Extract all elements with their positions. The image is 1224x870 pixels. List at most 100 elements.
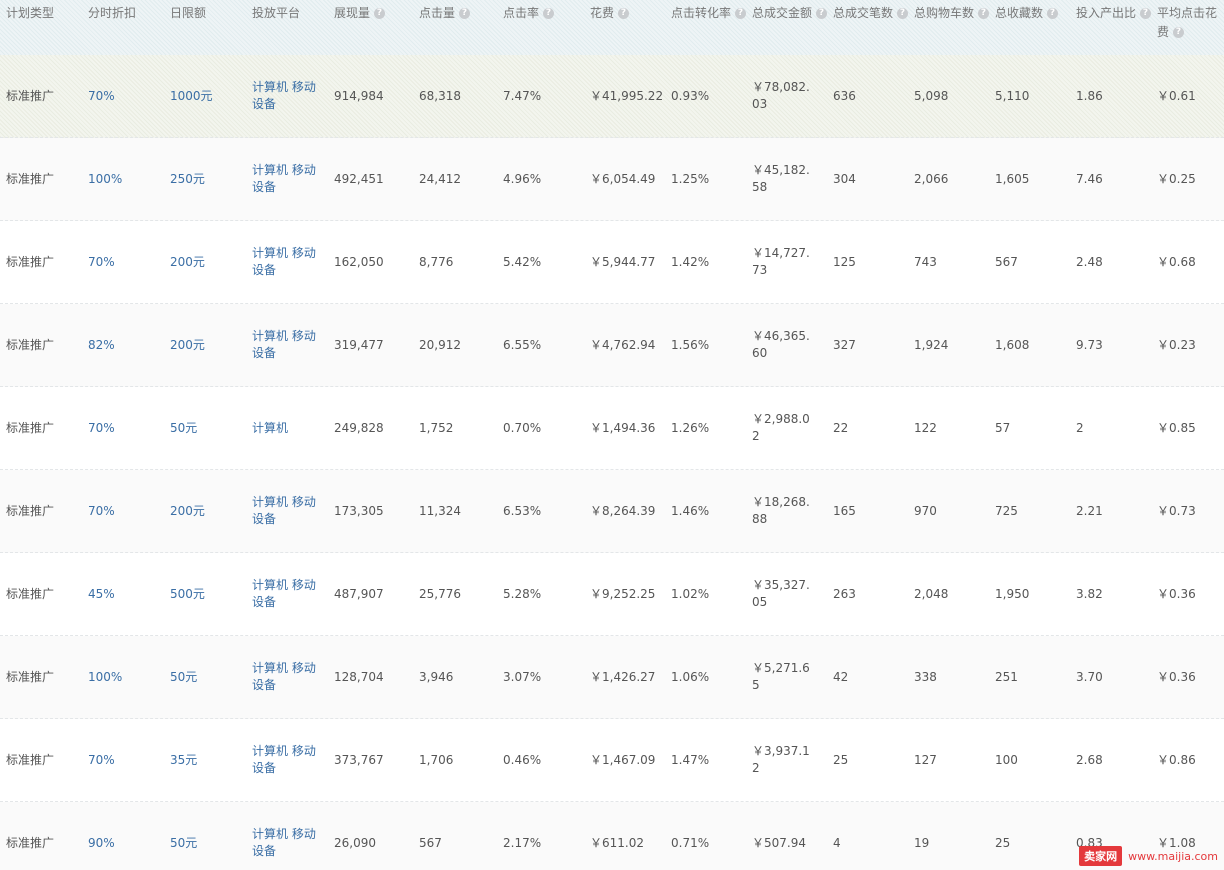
- column-header-total-carts[interactable]: 总购物车数?: [914, 4, 990, 23]
- cell-platform-value[interactable]: 计算机 移动设备: [252, 79, 320, 113]
- cell-time-discount[interactable]: 70%: [88, 221, 166, 303]
- cell-daily-limit[interactable]: 50元: [170, 387, 248, 469]
- cell-clicks: 20,912: [419, 304, 499, 386]
- cell-daily-limit-value[interactable]: 50元: [170, 669, 197, 686]
- column-header-conversion-rate[interactable]: 点击转化率?: [671, 4, 749, 23]
- cell-daily-limit[interactable]: 250元: [170, 138, 248, 220]
- cell-daily-limit[interactable]: 500元: [170, 553, 248, 635]
- cell-platform[interactable]: 计算机: [252, 387, 320, 469]
- cell-time-discount-value[interactable]: 45%: [88, 586, 115, 603]
- cell-daily-limit[interactable]: 1000元: [170, 55, 248, 137]
- column-header-time-discount[interactable]: 分时折扣: [88, 4, 166, 23]
- cell-daily-limit-value[interactable]: 250元: [170, 171, 205, 188]
- cell-daily-limit[interactable]: 200元: [170, 470, 248, 552]
- table-row[interactable]: 标准推广 70% 200元 计算机 移动设备 173,305 11,324 6.53% ￥8,…: [0, 470, 1224, 553]
- cell-platform-value[interactable]: 计算机: [252, 420, 288, 437]
- column-header-plan-type[interactable]: 计划类型: [6, 4, 84, 23]
- table-row[interactable]: 标准推广 45% 500元 计算机 移动设备 487,907 25,776 5.28% ￥9,…: [0, 553, 1224, 636]
- cell-platform[interactable]: 计算机 移动设备: [252, 138, 320, 220]
- cell-daily-limit[interactable]: 35元: [170, 719, 248, 801]
- cell-platform[interactable]: 计算机 移动设备: [252, 553, 320, 635]
- table-row[interactable]: 标准推广 100% 50元 计算机 移动设备 128,704 3,946 3.07% ￥1,4…: [0, 636, 1224, 719]
- cell-time-discount-value[interactable]: 70%: [88, 752, 115, 769]
- cell-daily-limit-value[interactable]: 50元: [170, 835, 197, 852]
- cell-time-discount[interactable]: 70%: [88, 55, 166, 137]
- table-row[interactable]: 标准推广 70% 1000元 计算机 移动设备 914,984 68,318 7.47% ￥4…: [0, 55, 1224, 138]
- cell-daily-limit[interactable]: 50元: [170, 636, 248, 718]
- column-header-roi[interactable]: 投入产出比?: [1076, 4, 1152, 23]
- cell-time-discount-value[interactable]: 100%: [88, 669, 122, 686]
- cell-daily-limit-value[interactable]: 500元: [170, 586, 205, 603]
- cell-time-discount[interactable]: 45%: [88, 553, 166, 635]
- cell-time-discount-value[interactable]: 90%: [88, 835, 115, 852]
- help-icon[interactable]: ?: [618, 8, 630, 19]
- cell-time-discount-value[interactable]: 70%: [88, 254, 115, 271]
- table-row[interactable]: 标准推广 70% 50元 计算机 249,828 1,752 0.70% ￥1,494.36 1…: [0, 387, 1224, 470]
- help-icon[interactable]: ?: [1047, 8, 1059, 19]
- help-icon[interactable]: ?: [374, 8, 386, 19]
- cell-platform-value[interactable]: 计算机 移动设备: [252, 494, 320, 528]
- cell-time-discount-value[interactable]: 70%: [88, 420, 115, 437]
- cell-time-discount[interactable]: 90%: [88, 802, 166, 870]
- cell-time-discount[interactable]: 100%: [88, 636, 166, 718]
- cell-platform-value[interactable]: 计算机 移动设备: [252, 328, 320, 362]
- cell-daily-limit-value[interactable]: 50元: [170, 420, 197, 437]
- cell-daily-limit[interactable]: 50元: [170, 802, 248, 870]
- cell-cost-value: ￥41,995.22: [590, 88, 664, 103]
- cell-platform[interactable]: 计算机 移动设备: [252, 55, 320, 137]
- help-icon[interactable]: ?: [897, 8, 909, 19]
- column-header-avg-cpc[interactable]: 平均点击花费?: [1157, 4, 1223, 42]
- cell-platform-value[interactable]: 计算机 移动设备: [252, 577, 320, 611]
- cell-time-discount-value[interactable]: 70%: [88, 88, 115, 105]
- cell-daily-limit[interactable]: 200元: [170, 304, 248, 386]
- cell-daily-limit-value[interactable]: 35元: [170, 752, 197, 769]
- cell-time-discount[interactable]: 70%: [88, 470, 166, 552]
- cell-conversion-rate-value: 1.06%: [671, 669, 710, 684]
- cell-daily-limit[interactable]: 200元: [170, 221, 248, 303]
- column-header-clicks[interactable]: 点击量?: [419, 4, 499, 23]
- help-icon[interactable]: ?: [543, 8, 555, 19]
- table-row[interactable]: 标准推广 100% 250元 计算机 移动设备 492,451 24,412 4.96% ￥6…: [0, 138, 1224, 221]
- cell-time-discount-value[interactable]: 82%: [88, 337, 115, 354]
- cell-time-discount[interactable]: 100%: [88, 138, 166, 220]
- cell-daily-limit-value[interactable]: 1000元: [170, 88, 213, 105]
- help-icon[interactable]: ?: [816, 8, 828, 19]
- cell-avg-cpc: ￥0.73: [1157, 470, 1223, 552]
- column-header-total-sales[interactable]: 总成交金额?: [752, 4, 828, 23]
- cell-time-discount-value[interactable]: 100%: [88, 171, 122, 188]
- column-header-ctr[interactable]: 点击率?: [503, 4, 585, 23]
- column-header-total-orders[interactable]: 总成交笔数?: [833, 4, 909, 23]
- cell-platform-value[interactable]: 计算机 移动设备: [252, 162, 320, 196]
- cell-platform[interactable]: 计算机 移动设备: [252, 470, 320, 552]
- help-icon[interactable]: ?: [459, 8, 471, 19]
- cell-platform[interactable]: 计算机 移动设备: [252, 636, 320, 718]
- help-icon[interactable]: ?: [1140, 8, 1152, 19]
- cell-platform-value[interactable]: 计算机 移动设备: [252, 660, 320, 694]
- cell-time-discount[interactable]: 70%: [88, 719, 166, 801]
- column-header-total-favorites[interactable]: 总收藏数?: [995, 4, 1071, 23]
- cell-platform-value[interactable]: 计算机 移动设备: [252, 826, 320, 860]
- column-header-cost[interactable]: 花费?: [590, 4, 668, 23]
- cell-daily-limit-value[interactable]: 200元: [170, 503, 205, 520]
- column-header-daily-limit[interactable]: 日限额: [170, 4, 248, 23]
- help-icon[interactable]: ?: [735, 8, 747, 19]
- help-icon[interactable]: ?: [1173, 27, 1185, 38]
- cell-platform[interactable]: 计算机 移动设备: [252, 719, 320, 801]
- table-row[interactable]: 标准推广 90% 50元 计算机 移动设备 26,090 567 2.17% ￥611.02 0…: [0, 802, 1224, 870]
- table-row[interactable]: 标准推广 82% 200元 计算机 移动设备 319,477 20,912 6.55% ￥4,…: [0, 304, 1224, 387]
- column-header-impressions[interactable]: 展现量?: [334, 4, 414, 23]
- cell-platform[interactable]: 计算机 移动设备: [252, 221, 320, 303]
- cell-time-discount-value[interactable]: 70%: [88, 503, 115, 520]
- cell-time-discount[interactable]: 70%: [88, 387, 166, 469]
- cell-time-discount[interactable]: 82%: [88, 304, 166, 386]
- cell-platform-value[interactable]: 计算机 移动设备: [252, 245, 320, 279]
- cell-platform-value[interactable]: 计算机 移动设备: [252, 743, 320, 777]
- cell-daily-limit-value[interactable]: 200元: [170, 337, 205, 354]
- cell-platform[interactable]: 计算机 移动设备: [252, 802, 320, 870]
- table-row[interactable]: 标准推广 70% 200元 计算机 移动设备 162,050 8,776 5.42% ￥5,9…: [0, 221, 1224, 304]
- column-header-platform[interactable]: 投放平台: [252, 4, 330, 23]
- table-row[interactable]: 标准推广 70% 35元 计算机 移动设备 373,767 1,706 0.46% ￥1,46…: [0, 719, 1224, 802]
- help-icon[interactable]: ?: [978, 8, 990, 19]
- cell-daily-limit-value[interactable]: 200元: [170, 254, 205, 271]
- cell-platform[interactable]: 计算机 移动设备: [252, 304, 320, 386]
